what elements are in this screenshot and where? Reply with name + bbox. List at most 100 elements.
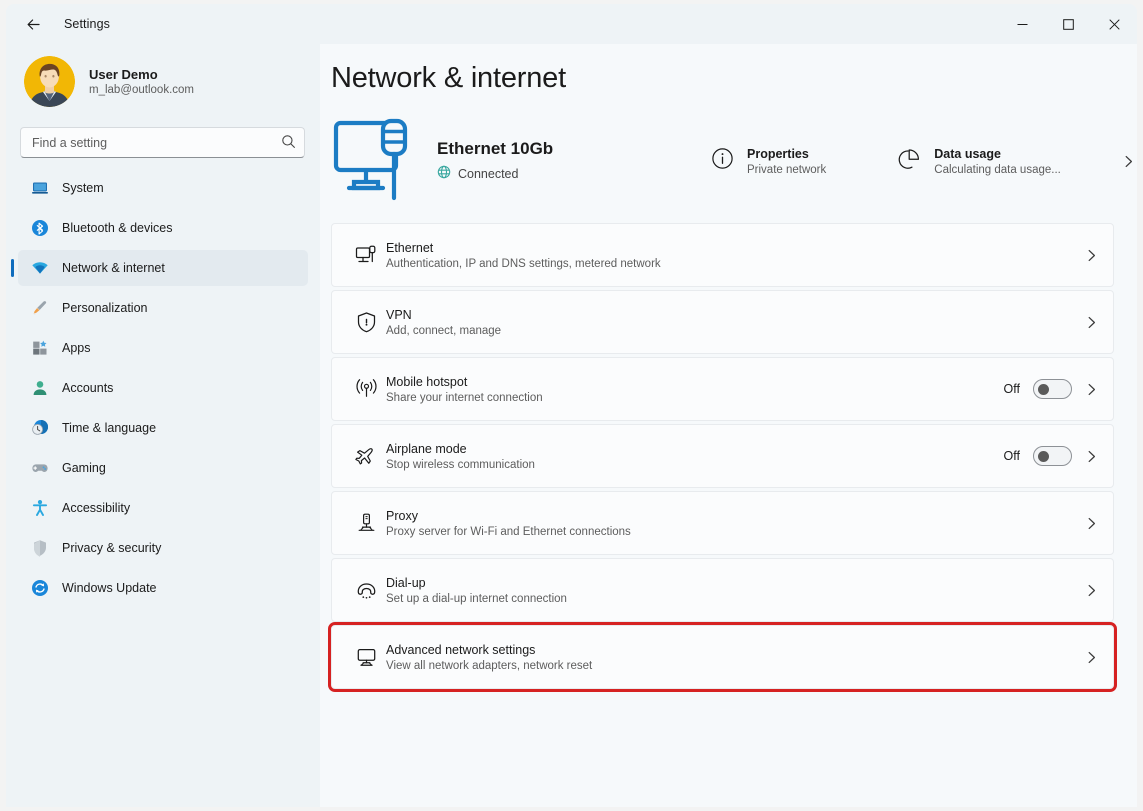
row-right <box>1085 249 1098 262</box>
row-text: Mobile hotspot Share your internet conne… <box>386 375 1004 404</box>
row-right <box>1085 517 1098 530</box>
pie-chart-icon <box>898 147 921 175</box>
person-icon <box>30 379 49 398</box>
account-block[interactable]: User Demo m_lab@outlook.com <box>18 44 308 119</box>
chevron-right-icon <box>1085 450 1098 463</box>
sidebar-item-accessibility[interactable]: Accessibility <box>18 490 308 526</box>
info-icon <box>711 147 734 175</box>
settings-row-mobile-hotspot[interactable]: Mobile hotspot Share your internet conne… <box>331 357 1114 421</box>
mobile-hotspot-toggle[interactable] <box>1033 379 1072 399</box>
row-subtitle: Stop wireless communication <box>386 459 1004 471</box>
shield-icon <box>30 539 49 558</box>
row-text: Advanced network settings View all netwo… <box>386 643 1085 672</box>
settings-row-proxy[interactable]: Proxy Proxy server for Wi-Fi and Etherne… <box>331 491 1114 555</box>
row-text: VPN Add, connect, manage <box>386 308 1085 337</box>
avatar-illustration-icon <box>24 56 75 107</box>
sidebar-item-bluetooth-devices[interactable]: Bluetooth & devices <box>18 210 308 246</box>
row-right: Off <box>1004 379 1098 399</box>
settings-app: Settings <box>0 0 1143 811</box>
airplane-icon <box>346 444 386 469</box>
row-right <box>1085 584 1098 597</box>
row-subtitle: Add, connect, manage <box>386 325 1085 337</box>
main-content: Network & internet <box>320 44 1137 807</box>
close-button[interactable] <box>1091 4 1137 44</box>
sidebar-item-time-language[interactable]: Time & language <box>18 410 308 446</box>
dialup-icon <box>346 578 386 603</box>
row-title: VPN <box>386 308 1085 322</box>
row-title: Proxy <box>386 509 1085 523</box>
maximize-button[interactable] <box>1045 4 1091 44</box>
update-icon <box>30 579 49 598</box>
sidebar-item-label: Time & language <box>62 421 156 435</box>
window-title: Settings <box>64 17 110 31</box>
row-title: Ethernet <box>386 241 1085 255</box>
sidebar-item-gaming[interactable]: Gaming <box>18 450 308 486</box>
settings-row-vpn[interactable]: VPN Add, connect, manage <box>331 290 1114 354</box>
sidebar-nav: System Bluetooth & devices <box>18 170 308 606</box>
back-arrow-icon <box>25 16 42 33</box>
data-usage-button[interactable]: Data usage Calculating data usage... <box>892 139 1137 184</box>
accessibility-icon <box>30 499 49 518</box>
properties-title: Properties <box>747 147 826 161</box>
settings-row-dial-up[interactable]: Dial-up Set up a dial-up internet connec… <box>331 558 1114 622</box>
properties-button[interactable]: Properties Private network <box>705 139 832 184</box>
chevron-right-icon <box>1085 651 1098 664</box>
gamepad-icon <box>30 459 49 478</box>
settings-window: Settings <box>6 4 1137 807</box>
sidebar-item-network-internet[interactable]: Network & internet <box>18 250 308 286</box>
account-email: m_lab@outlook.com <box>89 84 194 96</box>
minimize-icon <box>1017 19 1028 30</box>
row-right <box>1085 651 1098 664</box>
settings-row-airplane-mode[interactable]: Airplane mode Stop wireless communicatio… <box>331 424 1114 488</box>
system-icon <box>30 179 49 198</box>
avatar <box>24 56 75 107</box>
row-subtitle: Share your internet connection <box>386 392 1004 404</box>
advanced-network-icon <box>346 645 386 670</box>
sidebar-item-accounts[interactable]: Accounts <box>18 370 308 406</box>
brush-icon <box>30 299 49 318</box>
network-status-hero: Ethernet 10Gb Connected <box>331 109 1114 213</box>
back-button[interactable] <box>16 7 50 41</box>
close-icon <box>1109 19 1120 30</box>
row-right <box>1085 316 1098 329</box>
apps-icon <box>30 339 49 358</box>
vpn-shield-icon <box>346 310 386 335</box>
airplane-mode-toggle[interactable] <box>1033 446 1072 466</box>
toggle-knob <box>1038 384 1049 395</box>
sidebar-item-label: Bluetooth & devices <box>62 221 173 235</box>
sidebar-item-apps[interactable]: Apps <box>18 330 308 366</box>
clock-icon <box>30 419 49 438</box>
data-usage-text: Data usage Calculating data usage... <box>934 147 1061 176</box>
network-status-text: Connected <box>458 167 518 181</box>
chevron-right-icon <box>1085 249 1098 262</box>
proxy-icon <box>346 511 386 536</box>
settings-list: Ethernet Authentication, IP and DNS sett… <box>331 223 1114 719</box>
settings-row-advanced-network-settings[interactable]: Advanced network settings View all netwo… <box>331 625 1114 689</box>
settings-row-ethernet[interactable]: Ethernet Authentication, IP and DNS sett… <box>331 223 1114 287</box>
chevron-right-icon <box>1085 383 1098 396</box>
row-text: Proxy Proxy server for Wi-Fi and Etherne… <box>386 509 1085 538</box>
network-status: Connected <box>437 165 705 184</box>
sidebar: User Demo m_lab@outlook.com <box>6 44 320 807</box>
sidebar-item-system[interactable]: System <box>18 170 308 206</box>
sidebar-item-label: Network & internet <box>62 261 165 275</box>
sidebar-item-label: Personalization <box>62 301 147 315</box>
globe-icon <box>437 165 451 184</box>
chevron-right-icon <box>1085 517 1098 530</box>
network-info: Ethernet 10Gb Connected <box>437 139 705 184</box>
sidebar-item-label: Accessibility <box>62 501 130 515</box>
minimize-button[interactable] <box>999 4 1045 44</box>
chevron-right-icon <box>1122 155 1135 168</box>
sidebar-item-windows-update[interactable]: Windows Update <box>18 570 308 606</box>
search-input[interactable] <box>20 127 305 158</box>
window-controls <box>999 4 1137 44</box>
sidebar-item-personalization[interactable]: Personalization <box>18 290 308 326</box>
sidebar-item-label: Gaming <box>62 461 106 475</box>
maximize-icon <box>1063 19 1074 30</box>
sidebar-item-privacy-security[interactable]: Privacy & security <box>18 530 308 566</box>
title-bar: Settings <box>6 4 1137 44</box>
chevron-right-icon <box>1085 584 1098 597</box>
window-body: User Demo m_lab@outlook.com <box>6 44 1137 807</box>
row-subtitle: Set up a dial-up internet connection <box>386 593 1085 605</box>
search-box <box>20 127 305 158</box>
